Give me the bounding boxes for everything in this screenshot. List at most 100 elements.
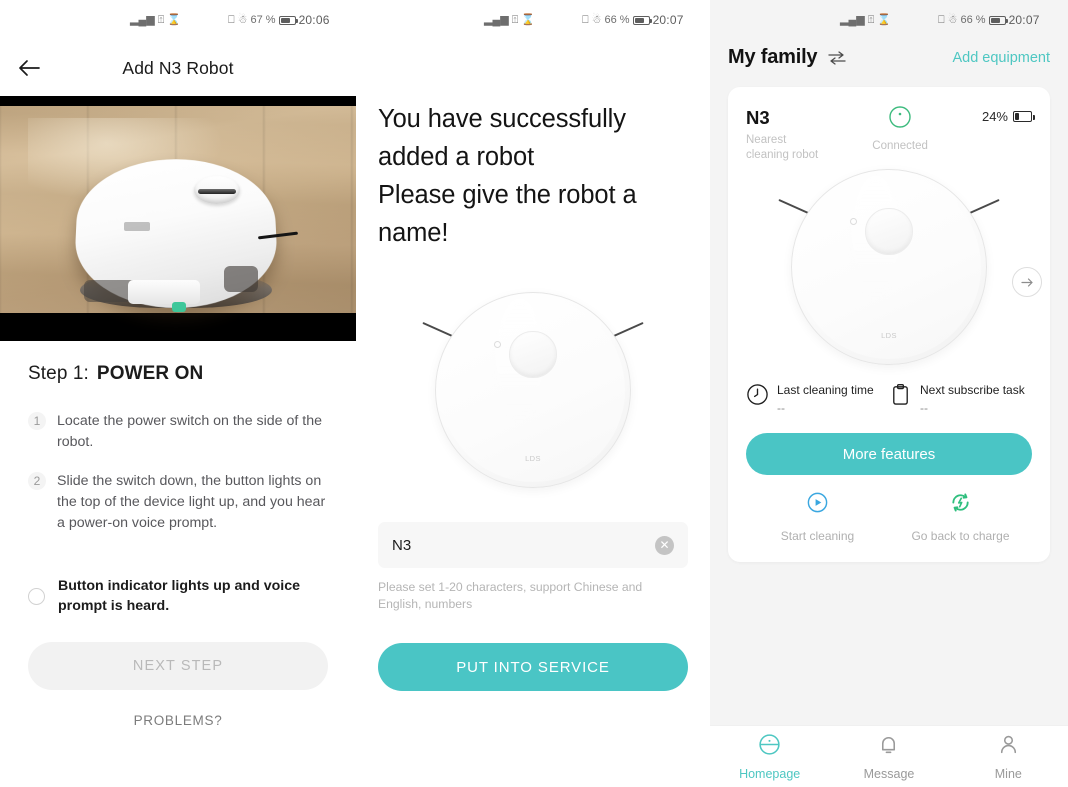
step-value: POWER ON <box>96 363 204 384</box>
wifi-icon: ⍐ <box>867 13 875 26</box>
status-left-icons-b: ▂▄▆ ⍐ ⌛ <box>484 13 536 26</box>
status-bar-c: ▂▄▆ ⍐ ⌛ ⎕ ☃ 66 % 20:07 <box>710 0 1068 40</box>
bluetooth-icon: ☃ <box>947 13 958 26</box>
wifi-icon: ⍐ <box>157 13 165 26</box>
stat-label: Last cleaning time <box>777 383 874 397</box>
back-arrow-icon[interactable] <box>14 53 44 83</box>
device-status: Connected <box>818 105 982 152</box>
robot-photo-media <box>0 96 356 341</box>
brand-mark: LDS <box>881 330 897 340</box>
swap-arrows-icon[interactable] <box>827 50 847 65</box>
action-label: Go back to charge <box>911 529 1010 543</box>
device-subtitle-line2: cleaning robot <box>746 149 819 161</box>
stat-last-cleaning-time: Last cleaning time -- <box>746 383 889 415</box>
nav-item-message[interactable]: Message <box>829 732 948 781</box>
device-identity: N3 Nearest cleaning robot <box>746 107 818 163</box>
device-battery: 24% <box>981 107 1035 124</box>
action-label: Start cleaning <box>780 529 855 543</box>
heading-line: You have successfully <box>378 105 626 133</box>
phone-screen-name-robot: ▂▄▆ ⍐ ⌛ ⎕ ☃ 66 % 20:07 You have successf… <box>356 0 710 787</box>
confirm-checkbox-row[interactable]: Button indicator lights up and voice pro… <box>28 576 328 616</box>
sensor-dot <box>493 341 501 348</box>
phone-screen-add-robot: ▂▄▆ ⍐ ⌛ ⎕ ☃ 67 % 20:06 Add N3 Robot Step… <box>0 0 356 787</box>
play-circle-icon[interactable] <box>806 491 829 519</box>
clear-circle-icon[interactable]: ✕ <box>655 535 674 555</box>
connected-circle-icon <box>888 105 912 134</box>
add-equipment-link[interactable]: Add equipment <box>952 50 1050 66</box>
bell-icon <box>876 732 901 762</box>
brand-mark: LDS <box>525 453 541 463</box>
more-features-button[interactable]: More features <box>746 433 1032 475</box>
lidar-turret <box>865 208 913 256</box>
device-stats: Last cleaning time -- Next subscribe tas… <box>746 383 1032 415</box>
person-icon <box>996 732 1021 762</box>
robot-illustration-b: LDS <box>422 292 644 488</box>
robot-name-input[interactable] <box>392 536 655 554</box>
list-item: 1 Locate the power switch on the side of… <box>28 411 328 453</box>
step-label: Step 1: <box>28 363 89 384</box>
robot-vacuum-photo <box>72 156 299 312</box>
quick-actions: Start cleaning Go back to charge <box>746 491 1032 544</box>
list-item: 2 Slide the switch down, the button ligh… <box>28 471 328 534</box>
nav-item-mine[interactable]: Mine <box>949 732 1068 781</box>
battery-percent-a: 67 % <box>250 13 276 26</box>
battery-icon-b <box>632 15 652 25</box>
device-subtitle: Nearest cleaning robot <box>746 133 818 163</box>
bluetooth-icon: ☃ <box>237 13 248 26</box>
next-step-button[interactable]: NEXT STEP <box>28 642 328 690</box>
hourglass-icon: ⌛ <box>521 13 536 26</box>
recharge-icon[interactable] <box>949 491 972 519</box>
list-item-text: Slide the switch down, the button lights… <box>57 473 326 531</box>
clock-c: 20:07 <box>1008 13 1040 27</box>
status-bar-a: ▂▄▆ ⍐ ⌛ ⎕ ☃ 67 % 20:06 <box>0 0 356 40</box>
family-title: My family <box>728 46 818 68</box>
list-item-number: 1 <box>28 412 46 430</box>
heading-line: name! <box>378 219 449 247</box>
lidar-turret <box>509 331 557 379</box>
list-item-number: 2 <box>28 472 46 490</box>
signal-icon: ▂▄▆ <box>840 13 865 26</box>
nfc-icon: ⎕ <box>228 13 235 26</box>
status-left-icons-a: ▂▄▆ ⍐ ⌛ <box>130 13 181 26</box>
phone-screen-home: ▂▄▆ ⍐ ⌛ ⎕ ☃ 66 % 20:07 My family Add equ… <box>710 0 1068 787</box>
start-cleaning-action[interactable]: Start cleaning <box>746 491 889 544</box>
status-right-icons-c: ⎕ ☃ 66 % 20:07 <box>938 13 1040 27</box>
robot-name-field-wrapper[interactable]: ✕ <box>378 522 688 568</box>
battery-percent-c: 66 % <box>960 13 986 26</box>
heading-line: added a robot <box>378 143 535 171</box>
clipboard-icon <box>889 383 912 411</box>
sensor-dot <box>849 218 857 225</box>
app-bar-a: Add N3 Robot <box>0 40 356 96</box>
battery-percent-label: 24% <box>981 109 1008 124</box>
device-card-header: N3 Nearest cleaning robot Connected 24% <box>746 105 1035 163</box>
nav-label: Mine <box>994 767 1022 781</box>
nav-label: Message <box>863 767 915 781</box>
status-badge: Connected <box>872 140 928 152</box>
status-right-icons-a: ⎕ ☃ 67 % 20:06 <box>228 13 330 27</box>
name-hint-text: Please set 1-20 characters, support Chin… <box>378 580 643 611</box>
status-bar-b: ▂▄▆ ⍐ ⌛ ⎕ ☃ 66 % 20:07 <box>356 0 710 40</box>
put-into-service-button[interactable]: PUT INTO SERVICE <box>378 643 688 691</box>
nfc-icon: ⎕ <box>582 13 589 26</box>
nfc-icon: ⎕ <box>938 13 945 26</box>
battery-icon <box>1013 111 1035 122</box>
stat-next-subscribe-task: Next subscribe task -- <box>889 383 1032 415</box>
signal-icon: ▂▄▆ <box>484 13 509 26</box>
bluetooth-icon: ☃ <box>591 13 602 26</box>
stat-value: -- <box>920 401 928 415</box>
device-subtitle-line1: Nearest <box>746 134 787 146</box>
problems-link[interactable]: PROBLEMS? <box>0 713 356 728</box>
homepage-icon <box>757 732 782 762</box>
robot-illustration-c: LDS <box>778 169 1000 365</box>
device-card: N3 Nearest cleaning robot Connected 24% <box>728 87 1050 562</box>
go-back-to-charge-action[interactable]: Go back to charge <box>889 491 1032 544</box>
radio-unchecked-icon[interactable] <box>28 587 45 605</box>
status-left-icons-c: ▂▄▆ ⍐ ⌛ <box>840 13 891 26</box>
three-phone-screenshots: ▂▄▆ ⍐ ⌛ ⎕ ☃ 67 % 20:06 Add N3 Robot Step… <box>0 0 1068 787</box>
nav-item-homepage[interactable]: Homepage <box>710 732 829 781</box>
battery-icon-a <box>278 15 298 25</box>
stat-label: Next subscribe task <box>920 383 1025 397</box>
arrow-right-circle-icon[interactable] <box>1012 267 1042 297</box>
device-name: N3 <box>746 107 770 128</box>
heading-line: Please give the robot a <box>378 181 637 209</box>
